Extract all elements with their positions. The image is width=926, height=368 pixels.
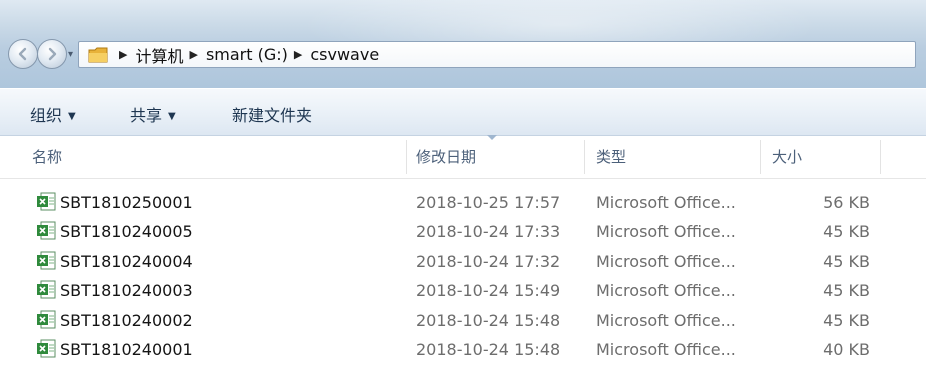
file-name: SBT1810240004	[60, 251, 193, 271]
file-name: SBT1810240005	[60, 222, 193, 242]
recent-pages-dropdown-icon[interactable]: ▾	[68, 49, 73, 60]
file-name: SBT1810240002	[60, 310, 193, 330]
file-type: Microsoft Office...	[596, 281, 736, 301]
breadcrumb-drive[interactable]: smart (G:)	[206, 45, 288, 64]
window-titlebar: ▾ ▶ 计算机 ▶ smart (G:) ▶ csvwave	[0, 0, 926, 88]
excel-file-icon	[37, 339, 56, 358]
file-modified: 2018-10-24 17:32	[416, 251, 561, 271]
file-type: Microsoft Office...	[596, 193, 736, 212]
file-name: SBT1810240001	[60, 339, 193, 359]
folder-icon	[88, 47, 108, 63]
column-modified[interactable]: 修改日期	[414, 136, 582, 178]
excel-file-icon	[37, 310, 56, 329]
column-divider[interactable]	[406, 140, 407, 174]
file-type: Microsoft Office...	[596, 251, 736, 271]
column-type[interactable]: 类型	[594, 136, 758, 178]
file-modified: 2018-10-24 15:49	[416, 281, 561, 301]
file-type: Microsoft Office...	[596, 310, 736, 330]
breadcrumb-folder[interactable]: csvwave	[310, 45, 379, 64]
file-name: SBT1810240003	[60, 281, 193, 301]
file-size: 40 KB	[823, 339, 870, 359]
file-name: SBT1810250001	[60, 193, 193, 212]
organize-label: 组织	[30, 106, 63, 125]
file-row[interactable]: SBT1810240001 2018-10-24 15:48 Microsoft…	[0, 335, 926, 364]
organize-button[interactable]: 组织 ▼	[30, 102, 76, 126]
column-divider[interactable]	[760, 140, 761, 174]
chevron-down-icon: ▼	[68, 111, 76, 122]
file-type: Microsoft Office...	[596, 339, 736, 359]
sort-indicator-icon	[487, 135, 497, 140]
breadcrumb-separator-icon: ▶	[293, 48, 303, 61]
file-modified: 2018-10-24 15:48	[416, 339, 561, 359]
back-button[interactable]	[8, 39, 38, 69]
back-arrow-icon	[18, 47, 27, 61]
file-size: 45 KB	[823, 310, 870, 330]
column-name[interactable]: 名称	[30, 136, 404, 178]
excel-file-icon	[37, 221, 56, 240]
file-size: 45 KB	[823, 251, 870, 271]
chevron-down-icon: ▼	[168, 111, 176, 122]
file-list: SBT1810250001 2018-10-25 17:57 Microsoft…	[0, 188, 926, 364]
excel-file-icon	[37, 192, 56, 211]
column-divider[interactable]	[584, 140, 585, 174]
share-button[interactable]: 共享 ▼	[130, 102, 176, 126]
new-folder-label: 新建文件夹	[232, 106, 313, 125]
forward-arrow-icon	[48, 47, 57, 61]
new-folder-button[interactable]: 新建文件夹	[232, 102, 312, 126]
file-row[interactable]: SBT1810240005 2018-10-24 17:33 Microsoft…	[0, 217, 926, 246]
file-type: Microsoft Office...	[596, 222, 736, 242]
share-label: 共享	[130, 106, 163, 125]
command-toolbar: 组织 ▼ 共享 ▼ 新建文件夹	[0, 88, 926, 136]
file-row[interactable]: SBT1810250001 2018-10-25 17:57 Microsoft…	[0, 188, 926, 217]
column-divider[interactable]	[880, 140, 881, 174]
file-modified: 2018-10-24 15:48	[416, 310, 561, 330]
excel-file-icon	[37, 251, 56, 270]
excel-file-icon	[37, 280, 56, 299]
file-row[interactable]: SBT1810240004 2018-10-24 17:32 Microsoft…	[0, 247, 926, 276]
file-row[interactable]: SBT1810240003 2018-10-24 15:49 Microsoft…	[0, 276, 926, 305]
file-modified: 2018-10-25 17:57	[416, 193, 561, 212]
file-row[interactable]: SBT1810240002 2018-10-24 15:48 Microsoft…	[0, 306, 926, 335]
breadcrumb-separator-icon: ▶	[119, 48, 128, 61]
address-bar[interactable]: ▶ 计算机 ▶ smart (G:) ▶ csvwave	[78, 41, 916, 68]
file-modified: 2018-10-24 17:33	[416, 222, 561, 242]
file-size: 56 KB	[823, 193, 870, 212]
column-header: 名称 修改日期 类型 大小	[0, 136, 926, 179]
file-size: 45 KB	[823, 281, 870, 301]
breadcrumb-separator-icon: ▶	[189, 48, 198, 61]
column-size[interactable]: 大小	[770, 136, 880, 178]
breadcrumb-computer[interactable]: 计算机	[135, 43, 183, 67]
forward-button[interactable]	[37, 39, 67, 69]
file-size: 45 KB	[823, 222, 870, 242]
